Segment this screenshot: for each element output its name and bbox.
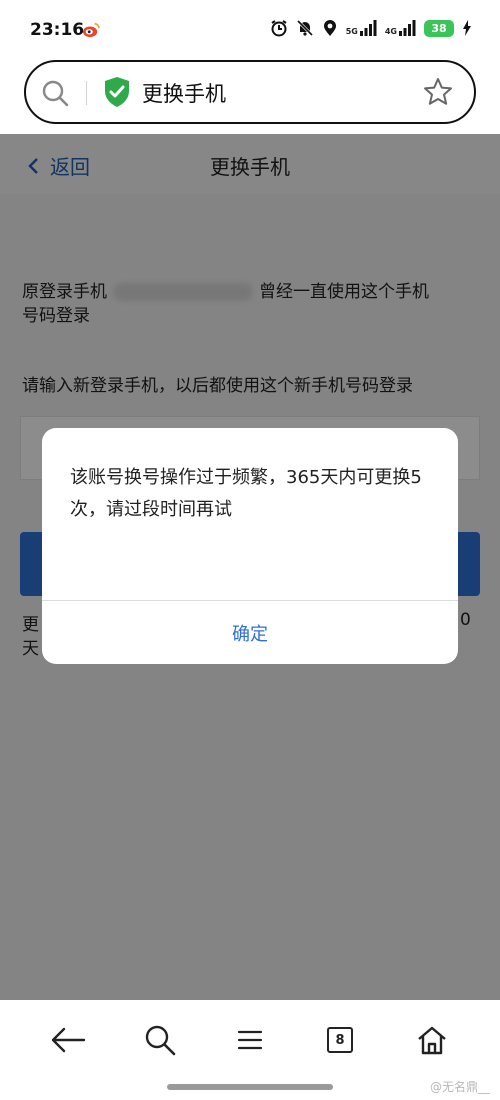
address-divider [86,81,87,105]
nav-home-button[interactable] [412,1020,452,1060]
arrow-left-icon [51,1027,86,1053]
status-bar: 23:16 5G 4G 38 [0,0,500,58]
bookmark-star-icon[interactable] [422,76,454,108]
search-icon [145,1025,176,1056]
weibo-icon [83,22,100,38]
alert-dialog: 该账号换号操作过于频繁，365天内可更换5次，请过段时间再试 确定 [42,428,458,664]
home-icon [418,1026,446,1055]
dialog-ok-button[interactable]: 确定 [42,601,458,664]
home-indicator[interactable] [167,1084,333,1090]
status-icons: 5G 4G 38 [270,19,472,37]
net-4g-label: 4G [384,27,397,36]
signal-bars-icon [359,20,377,36]
menu-icon [237,1030,263,1050]
browser-toolbar: 更换手机 [0,58,500,134]
mute-bell-icon [296,19,313,37]
nav-search-button[interactable] [140,1020,180,1060]
charging-bolt-icon [463,20,471,36]
tab-count: 8 [327,1027,353,1053]
search-icon[interactable] [40,78,70,108]
nav-tabs-button[interactable]: 8 [320,1020,360,1060]
signal-4g: 4G [385,20,416,36]
address-bar[interactable]: 更换手机 [24,60,476,124]
nav-menu-button[interactable] [230,1020,270,1060]
status-time: 23:16 [30,20,85,40]
address-title[interactable]: 更换手机 [142,78,226,108]
battery-indicator: 38 [424,19,454,37]
watermark: @无名鼎__ [429,1080,490,1094]
net-5g-label: 5G [345,27,358,36]
signal-5g: 5G [346,20,377,36]
signal-bars-icon [399,20,416,36]
location-icon [323,20,336,36]
nav-back-button[interactable] [48,1020,88,1060]
dialog-message: 该账号换号操作过于频繁，365天内可更换5次，请过段时间再试 [70,467,422,520]
alarm-icon [271,20,287,37]
security-shield-icon[interactable] [103,76,131,108]
